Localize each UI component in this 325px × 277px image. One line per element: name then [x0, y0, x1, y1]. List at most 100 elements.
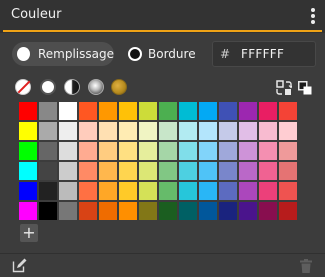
color-swatch[interactable]: [158, 161, 178, 181]
color-swatch[interactable]: [238, 161, 258, 181]
no-color-icon[interactable]: [15, 79, 31, 95]
color-swatch[interactable]: [98, 101, 118, 121]
color-swatch[interactable]: [158, 201, 178, 221]
color-swatch[interactable]: [178, 181, 198, 201]
swap-colors-icon[interactable]: [276, 80, 292, 96]
color-swatch[interactable]: [78, 141, 98, 161]
color-swatch[interactable]: [98, 181, 118, 201]
color-swatch[interactable]: [238, 121, 258, 141]
color-swatch[interactable]: [178, 121, 198, 141]
color-swatch[interactable]: [278, 181, 298, 201]
color-swatch[interactable]: [178, 101, 198, 121]
fill-toggle-button[interactable]: Remplissage: [12, 42, 114, 66]
color-swatch[interactable]: [138, 201, 158, 221]
color-swatch[interactable]: [158, 101, 178, 121]
color-swatch[interactable]: [218, 141, 238, 161]
color-swatch[interactable]: [18, 201, 38, 221]
trash-icon[interactable]: [300, 259, 312, 273]
color-swatch[interactable]: [218, 201, 238, 221]
pattern-fill-icon[interactable]: [111, 79, 127, 95]
color-swatch[interactable]: [78, 181, 98, 201]
color-swatch[interactable]: [258, 161, 278, 181]
linear-gradient-icon[interactable]: [64, 79, 80, 95]
color-swatch[interactable]: [118, 201, 138, 221]
color-swatch[interactable]: [38, 181, 58, 201]
edit-icon[interactable]: [12, 258, 27, 273]
color-swatch[interactable]: [58, 161, 78, 181]
color-swatch[interactable]: [118, 121, 138, 141]
color-swatch[interactable]: [278, 201, 298, 221]
color-swatch[interactable]: [138, 141, 158, 161]
color-swatch[interactable]: [278, 101, 298, 121]
color-swatch[interactable]: [18, 101, 38, 121]
color-swatch[interactable]: [198, 101, 218, 121]
color-swatch[interactable]: [38, 161, 58, 181]
color-swatch[interactable]: [158, 181, 178, 201]
color-swatch[interactable]: [138, 181, 158, 201]
color-swatch[interactable]: [138, 161, 158, 181]
color-swatch[interactable]: [118, 181, 138, 201]
color-swatch[interactable]: [118, 101, 138, 121]
color-swatch[interactable]: [38, 141, 58, 161]
color-swatch[interactable]: [198, 201, 218, 221]
color-swatch[interactable]: [18, 121, 38, 141]
color-swatch[interactable]: [78, 161, 98, 181]
add-color-button[interactable]: +: [20, 224, 38, 242]
color-swatch[interactable]: [38, 201, 58, 221]
color-swatch[interactable]: [198, 141, 218, 161]
color-swatch[interactable]: [198, 181, 218, 201]
color-swatch[interactable]: [178, 201, 198, 221]
color-swatch[interactable]: [138, 101, 158, 121]
color-swatch[interactable]: [98, 121, 118, 141]
color-swatch[interactable]: [218, 181, 238, 201]
vertical-dots-icon[interactable]: [310, 8, 316, 26]
color-swatch[interactable]: [78, 101, 98, 121]
color-swatch[interactable]: [238, 201, 258, 221]
color-swatch[interactable]: [218, 161, 238, 181]
hex-color-input[interactable]: # FFFFFF: [212, 41, 316, 67]
color-swatch[interactable]: [218, 101, 238, 121]
color-swatch[interactable]: [98, 161, 118, 181]
color-swatch[interactable]: [98, 141, 118, 161]
color-swatch[interactable]: [98, 201, 118, 221]
color-swatch[interactable]: [58, 181, 78, 201]
color-swatch[interactable]: [238, 181, 258, 201]
color-swatch[interactable]: [258, 181, 278, 201]
stroke-toggle-button[interactable]: Bordure: [124, 42, 204, 66]
color-swatch[interactable]: [58, 201, 78, 221]
color-swatch[interactable]: [18, 161, 38, 181]
color-swatch[interactable]: [258, 101, 278, 121]
color-swatch[interactable]: [138, 121, 158, 141]
hex-value[interactable]: FFFFFF: [241, 47, 284, 61]
color-swatch[interactable]: [118, 141, 138, 161]
color-swatch[interactable]: [258, 141, 278, 161]
color-swatch[interactable]: [18, 141, 38, 161]
color-swatch[interactable]: [178, 141, 198, 161]
color-swatch[interactable]: [18, 181, 38, 201]
color-swatch[interactable]: [198, 161, 218, 181]
color-swatch[interactable]: [198, 121, 218, 141]
solid-color-icon[interactable]: [40, 79, 56, 95]
stroke-label: Bordure: [148, 47, 196, 61]
color-swatch[interactable]: [278, 161, 298, 181]
radial-gradient-icon[interactable]: [88, 79, 104, 95]
color-swatch[interactable]: [58, 121, 78, 141]
color-swatch[interactable]: [238, 101, 258, 121]
color-swatch[interactable]: [218, 121, 238, 141]
color-swatch[interactable]: [258, 201, 278, 221]
color-swatch[interactable]: [78, 121, 98, 141]
default-colors-icon[interactable]: [298, 81, 312, 95]
color-swatch[interactable]: [38, 121, 58, 141]
color-swatch[interactable]: [238, 141, 258, 161]
color-swatch[interactable]: [178, 161, 198, 181]
color-swatch[interactable]: [278, 121, 298, 141]
color-swatch[interactable]: [158, 141, 178, 161]
color-swatch[interactable]: [258, 121, 278, 141]
color-swatch[interactable]: [158, 121, 178, 141]
color-swatch[interactable]: [38, 101, 58, 121]
color-swatch[interactable]: [58, 141, 78, 161]
color-swatch[interactable]: [278, 141, 298, 161]
color-swatch[interactable]: [118, 161, 138, 181]
color-swatch[interactable]: [78, 201, 98, 221]
color-swatch[interactable]: [58, 101, 78, 121]
